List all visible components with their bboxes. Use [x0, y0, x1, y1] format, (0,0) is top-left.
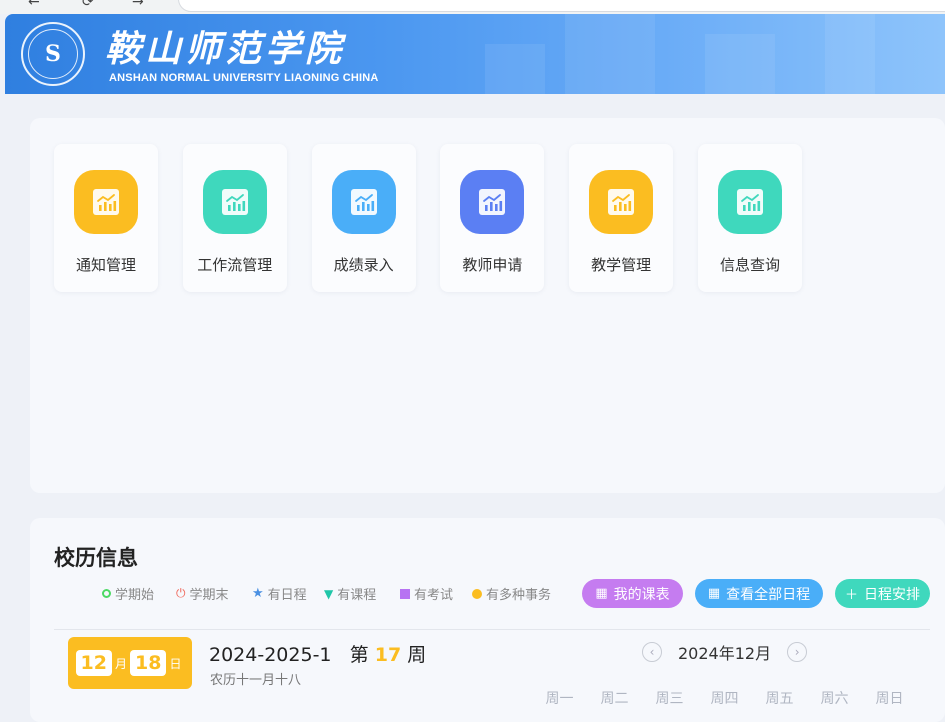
divider: [54, 629, 930, 630]
star-icon: ★: [252, 586, 264, 601]
today-month: 12: [75, 650, 112, 676]
add-event-label: 日程安排: [864, 586, 920, 603]
address-bar[interactable]: [178, 0, 945, 12]
forward-icon[interactable]: →: [132, 0, 144, 10]
add-event-button[interactable]: ＋ 日程安排: [835, 579, 930, 608]
weekday-label: 周三: [655, 691, 684, 707]
university-seal-logo[interactable]: S: [21, 22, 85, 86]
legend-item: 学期始: [102, 584, 154, 603]
chart-icon[interactable]: [74, 170, 138, 234]
chart-icon[interactable]: [589, 170, 654, 234]
plus-icon: ＋: [844, 588, 858, 603]
legend-item: ▼ 有课程: [324, 584, 377, 604]
app-card-5[interactable]: 教学管理: [569, 144, 674, 292]
seal-glyph: S: [28, 29, 78, 79]
dot-icon: [472, 588, 482, 599]
week-suffix: 周: [407, 644, 427, 666]
grid-icon: ▦: [595, 586, 608, 601]
term-week-info: 2024-2025-1 第 17 周: [209, 640, 426, 667]
weekday-header: 周一 周二 周三 周四 周五 周六 周日: [532, 688, 917, 708]
grid-icon: ▦: [707, 586, 721, 601]
app-card-4[interactable]: 教师申请: [440, 144, 545, 292]
week-number: 17: [374, 644, 402, 666]
my-schedule-label: 我的课表: [613, 586, 670, 603]
app-label: 通知管理: [75, 256, 136, 274]
today-day: 18: [130, 650, 167, 676]
square-icon: [400, 588, 410, 599]
reload-icon[interactable]: ⟳: [82, 0, 94, 10]
app-label: 教师申请: [462, 256, 523, 274]
weekday-label: 周日: [875, 691, 904, 707]
term-label: 2024-2025-1: [209, 644, 332, 666]
legend-label: 有考试: [414, 588, 454, 603]
legend-item: ⏻ 学期末: [176, 584, 229, 603]
weekday-label: 周二: [600, 691, 629, 707]
app-label: 教学管理: [591, 256, 652, 274]
legend-label: 有日程: [267, 588, 307, 603]
chart-icon[interactable]: [331, 170, 396, 234]
chart-icon[interactable]: [460, 170, 525, 234]
legend-label: 学期始: [115, 588, 155, 603]
power-icon: ⏻: [176, 586, 186, 600]
weekday-label: 周六: [820, 691, 849, 707]
university-name: 鞍山师范学院: [105, 28, 346, 70]
calendar-title: 校历信息: [54, 546, 138, 570]
week-prefix: 第: [349, 644, 369, 666]
ring-icon: [102, 589, 111, 598]
app-label: 成绩录入: [333, 256, 394, 274]
day-unit: 日: [169, 656, 182, 671]
my-schedule-button[interactable]: ▦ 我的课表: [582, 579, 683, 608]
prev-month-icon[interactable]: ‹: [642, 642, 662, 662]
weekday-label: 周五: [765, 691, 794, 707]
app-label: 信息查询: [719, 256, 780, 274]
all-events-button[interactable]: ▦ 查看全部日程: [695, 579, 823, 608]
weekday-label: 周四: [710, 691, 739, 707]
app-card-2[interactable]: 工作流管理: [182, 144, 287, 292]
weekday-label: 周一: [545, 691, 574, 707]
school-calendar-panel: 校历信息 学期始 ⏻ 学期末 ★ 有日程 ▼ 有课程 有考试 有多种事务 ▦ 我的课表 ▦ 查看…: [30, 518, 945, 722]
site-header: S 鞍山师范学院 ANSHAN NORMAL UNIVERSITY LIAONI…: [5, 14, 945, 94]
app-label: 工作流管理: [197, 256, 273, 274]
next-month-icon[interactable]: ›: [787, 642, 808, 662]
app-card-1[interactable]: 通知管理: [54, 144, 158, 292]
app-card-3[interactable]: 成绩录入: [311, 144, 416, 292]
university-name-en: ANSHAN NORMAL UNIVERSITY LIAONING CHINA: [109, 72, 379, 84]
back-icon[interactable]: ←: [28, 0, 40, 10]
month-label: 2024年12月: [678, 644, 772, 663]
chart-icon[interactable]: [718, 170, 782, 234]
legend-label: 有多种事务: [486, 588, 552, 603]
month-unit: 月: [114, 656, 127, 671]
legend-label: 有课程: [337, 588, 377, 603]
legend-item: ★ 有日程: [252, 584, 307, 603]
legend-item: 有考试: [400, 584, 453, 603]
chart-icon[interactable]: [202, 170, 267, 234]
lunar-date: 农历十一月十八: [210, 673, 302, 688]
all-events-label: 查看全部日程: [726, 586, 811, 603]
legend-label: 学期末: [189, 588, 229, 603]
triangle-icon: ▼: [324, 586, 334, 601]
app-launcher-panel: 通知管理 工作流管理 成绩录入 教师申请 教学管理 信息查询: [30, 118, 945, 493]
today-date-badge: 12 月 18 日: [68, 637, 192, 689]
legend-item: 有多种事务: [472, 584, 551, 603]
app-card-6[interactable]: 信息查询: [698, 144, 802, 292]
browser-chrome: ← ⟳ →: [0, 0, 945, 14]
month-navigator: ‹ 2024年12月 ›: [642, 640, 808, 664]
